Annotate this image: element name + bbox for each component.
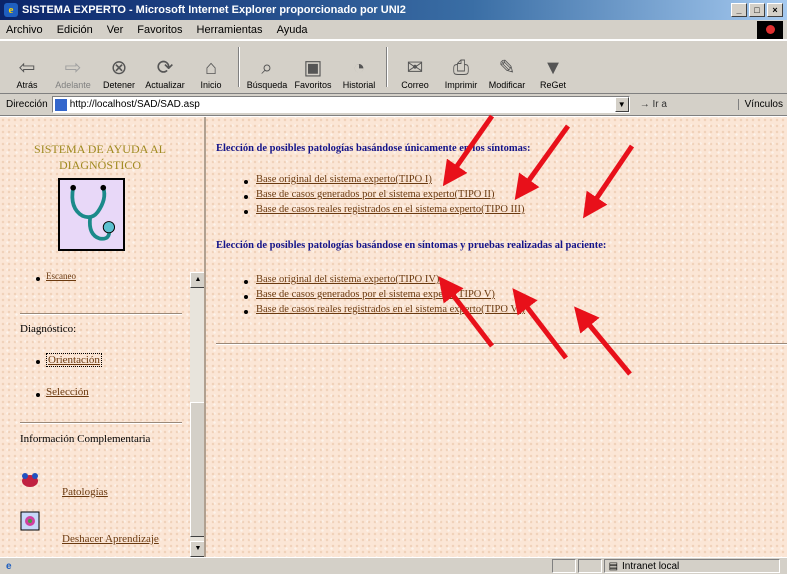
stop-icon: ⊗ [110, 57, 128, 79]
go-button[interactable]: → Ir a [640, 99, 667, 110]
windows-logo-icon [757, 21, 783, 39]
section1-heading: Elección de posibles patologías basándos… [216, 143, 531, 154]
deshacer-aprendizaje-icon[interactable] [20, 511, 40, 534]
sidebar-item-escaneo[interactable]: Escaneo [46, 271, 76, 281]
back-button[interactable]: ⇦ Atrás [4, 43, 50, 93]
bullet [244, 295, 248, 299]
home-icon: ⌂ [204, 57, 218, 79]
section2-heading: Elección de posibles patologías basándos… [216, 240, 607, 251]
menu-archivo[interactable]: Archivo [6, 24, 43, 36]
menu-bar: Archivo Edición Ver Favoritos Herramient… [0, 20, 787, 40]
scroll-thumb[interactable] [190, 402, 204, 537]
sidebar-item-orientacion[interactable]: Orientación [46, 353, 102, 367]
bullet [244, 210, 248, 214]
print-button[interactable]: ⎙ Imprimir [438, 43, 484, 93]
bullet [36, 277, 40, 281]
mail-icon: ✉ [406, 57, 424, 79]
link-tipo-vi[interactable]: Base de casos reales registrados en el s… [256, 304, 525, 315]
refresh-button[interactable]: ⟳ Actualizar [142, 43, 188, 93]
link-tipo-iv[interactable]: Base original del sistema experto(TIPO I… [256, 274, 439, 285]
link-tipo-v[interactable]: Base de casos generados por el sistema e… [256, 289, 495, 300]
ie-logo-icon: e [4, 3, 18, 17]
address-url: http://localhost/SAD/SAD.asp [69, 99, 200, 110]
address-label: Dirección [6, 99, 48, 110]
bullet [36, 360, 40, 364]
stethoscope-icon [70, 184, 116, 241]
mail-button[interactable]: ✉ Correo [392, 43, 438, 93]
link-tipo-iii[interactable]: Base de casos reales registrados en el s… [256, 204, 525, 215]
search-button[interactable]: ⌕ Búsqueda [244, 43, 290, 93]
main-frame: Elección de posibles patologías basándos… [208, 117, 787, 557]
bullet [244, 280, 248, 284]
maximize-button[interactable]: □ [749, 3, 765, 17]
scroll-up-button[interactable]: ▲ [190, 272, 204, 288]
sidebar-link-patologias[interactable]: Patologías [62, 486, 108, 498]
menu-ayuda[interactable]: Ayuda [277, 24, 308, 36]
printer-icon: ⎙ [453, 57, 469, 79]
divider [20, 313, 182, 315]
address-input[interactable]: http://localhost/SAD/SAD.asp ▼ [51, 96, 630, 113]
toolbar-separator [238, 47, 240, 87]
info-complementaria-label: Información Complementaria [20, 433, 151, 445]
sidebar-item-seleccion[interactable]: Selección [46, 386, 89, 398]
address-dropdown-button[interactable]: ▼ [614, 97, 629, 112]
page-status-icon: e [6, 560, 12, 572]
left-frame: SISTEMA DE AYUDA AL DIAGNÓSTICO Escaneo … [0, 117, 206, 557]
menu-ver[interactable]: Ver [107, 24, 124, 36]
favorites-folder-icon: ▣ [303, 57, 323, 79]
search-icon: ⌕ [261, 57, 273, 79]
sidebar-link-deshacer-aprendizaje[interactable]: Deshacer Aprendizaje [62, 533, 159, 545]
history-button[interactable]: ◔ Historial [336, 43, 382, 93]
window-controls: _ □ × [731, 3, 783, 17]
toolbar: ⇦ Atrás ⇨ Adelante ⊗ Detener ⟳ Actualizar ⌂ I… [0, 40, 787, 94]
favorites-button[interactable]: ▣ Favoritos [290, 43, 336, 93]
menu-favoritos[interactable]: Favoritos [137, 24, 182, 36]
title-bar: e SISTEMA EXPERTO - Microsoft Internet E… [0, 0, 787, 20]
address-bar: Dirección http://localhost/SAD/SAD.asp ▼… [0, 94, 787, 116]
status-cell [577, 559, 602, 573]
zone-label: Intranet local [622, 560, 680, 572]
forward-button[interactable]: ⇨ Adelante [50, 43, 96, 93]
link-tipo-ii[interactable]: Base de casos generados por el sistema e… [256, 189, 495, 200]
back-arrow-icon: ⇦ [18, 57, 36, 79]
refresh-icon: ⟳ [156, 57, 174, 79]
patologias-icon[interactable] [20, 471, 40, 492]
links-button[interactable]: Vínculos [737, 99, 783, 110]
menu-herramientas[interactable]: Herramientas [197, 24, 263, 36]
sidebar-title: SISTEMA DE AYUDA AL DIAGNÓSTICO [34, 142, 166, 172]
history-icon: ◔ [352, 57, 366, 79]
reget-button[interactable]: ▼ ReGet [530, 43, 576, 93]
scroll-down-button[interactable]: ▼ [190, 541, 204, 557]
bullet [244, 195, 248, 199]
bullet [244, 180, 248, 184]
divider [20, 422, 182, 424]
edit-icon: ✎ [498, 57, 516, 79]
status-cell [551, 559, 576, 573]
sidebar-scrollbar[interactable]: ▲ ▼ [190, 272, 204, 557]
diagnostico-label: Diagnóstico: [20, 323, 77, 335]
minimize-button[interactable]: _ [731, 3, 747, 17]
home-button[interactable]: ⌂ Inicio [188, 43, 234, 93]
zone-indicator: ▤ Intranet local [603, 559, 780, 573]
funnel-icon: ▼ [543, 57, 563, 79]
menu-edicion[interactable]: Edición [57, 24, 93, 36]
forward-arrow-icon: ⇨ [64, 57, 82, 79]
edit-button[interactable]: ✎ Modificar [484, 43, 530, 93]
bullet [36, 393, 40, 397]
divider [216, 343, 787, 345]
status-bar: e ▤ Intranet local [0, 557, 787, 574]
intranet-icon: ▤ [608, 560, 619, 572]
toolbar-separator [386, 47, 388, 87]
stethoscope-image [58, 178, 125, 251]
stop-button[interactable]: ⊗ Detener [96, 43, 142, 93]
page-content: SISTEMA DE AYUDA AL DIAGNÓSTICO Escaneo … [0, 117, 787, 557]
link-tipo-i[interactable]: Base original del sistema experto(TIPO I… [256, 174, 432, 185]
bullet [244, 310, 248, 314]
page-icon [54, 98, 67, 111]
window-title: SISTEMA EXPERTO - Microsoft Internet Exp… [22, 4, 406, 16]
close-button[interactable]: × [767, 3, 783, 17]
